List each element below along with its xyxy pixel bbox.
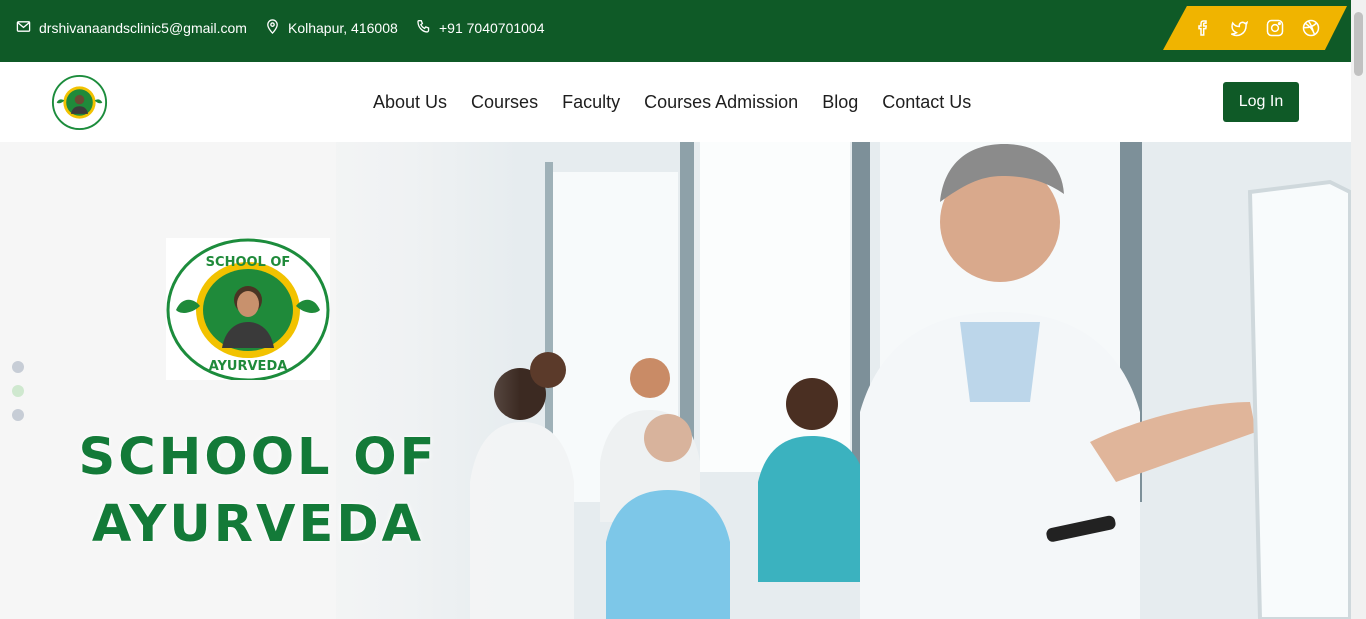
top-contact-bar: drshivanaandsclinic5@gmail.com Kolhapur,… bbox=[0, 0, 1351, 62]
hero-slider: SCHOOL OF AYURVEDA SCHOOL OF AYURVEDA bbox=[0, 142, 1351, 619]
site-logo[interactable] bbox=[51, 74, 108, 131]
nav-contact-us[interactable]: Contact Us bbox=[882, 92, 971, 113]
slider-dot-2[interactable] bbox=[12, 385, 24, 397]
school-of-ayurveda-emblem: SCHOOL OF AYURVEDA bbox=[166, 238, 330, 382]
dribbble-icon[interactable] bbox=[1301, 18, 1321, 38]
twitter-icon[interactable] bbox=[1229, 18, 1249, 38]
emblem-top-text: SCHOOL OF bbox=[206, 255, 291, 270]
phone-icon bbox=[416, 19, 431, 37]
map-pin-icon bbox=[265, 19, 280, 37]
social-links bbox=[1163, 6, 1347, 50]
mail-icon bbox=[16, 19, 31, 37]
scrollbar-thumb[interactable] bbox=[1354, 12, 1363, 76]
login-button[interactable]: Log In bbox=[1223, 82, 1299, 122]
nav-about-us[interactable]: About Us bbox=[373, 92, 447, 113]
nav-blog[interactable]: Blog bbox=[822, 92, 858, 113]
instagram-icon[interactable] bbox=[1265, 18, 1285, 38]
slider-dots bbox=[12, 361, 24, 421]
nav-faculty[interactable]: Faculty bbox=[562, 92, 620, 113]
hero-emblem: SCHOOL OF AYURVEDA bbox=[166, 238, 330, 382]
contact-location: Kolhapur, 416008 bbox=[265, 0, 398, 56]
nav-menu: About Us Courses Faculty Courses Admissi… bbox=[373, 62, 971, 142]
emblem-bottom-text: AYURVEDA bbox=[209, 359, 288, 374]
nav-courses[interactable]: Courses bbox=[471, 92, 538, 113]
slider-dot-1[interactable] bbox=[12, 361, 24, 373]
facebook-icon[interactable] bbox=[1193, 18, 1213, 38]
hero-title-line1: SCHOOL OF bbox=[78, 428, 438, 487]
school-of-ayurveda-logo bbox=[51, 74, 108, 131]
nav-courses-admission[interactable]: Courses Admission bbox=[644, 92, 798, 113]
main-navbar: About Us Courses Faculty Courses Admissi… bbox=[0, 62, 1351, 142]
email-text: drshivanaandsclinic5@gmail.com bbox=[39, 20, 247, 36]
phone-text: +91 7040701004 bbox=[439, 20, 545, 36]
contact-email[interactable]: drshivanaandsclinic5@gmail.com bbox=[16, 0, 247, 56]
hero-title-line2: AYURVEDA bbox=[91, 495, 425, 554]
location-text: Kolhapur, 416008 bbox=[288, 20, 398, 36]
slider-dot-3[interactable] bbox=[12, 409, 24, 421]
hero-title: SCHOOL OF AYURVEDA bbox=[40, 424, 476, 558]
contact-phone[interactable]: +91 7040701004 bbox=[416, 0, 545, 56]
page-scrollbar[interactable] bbox=[1351, 0, 1366, 619]
